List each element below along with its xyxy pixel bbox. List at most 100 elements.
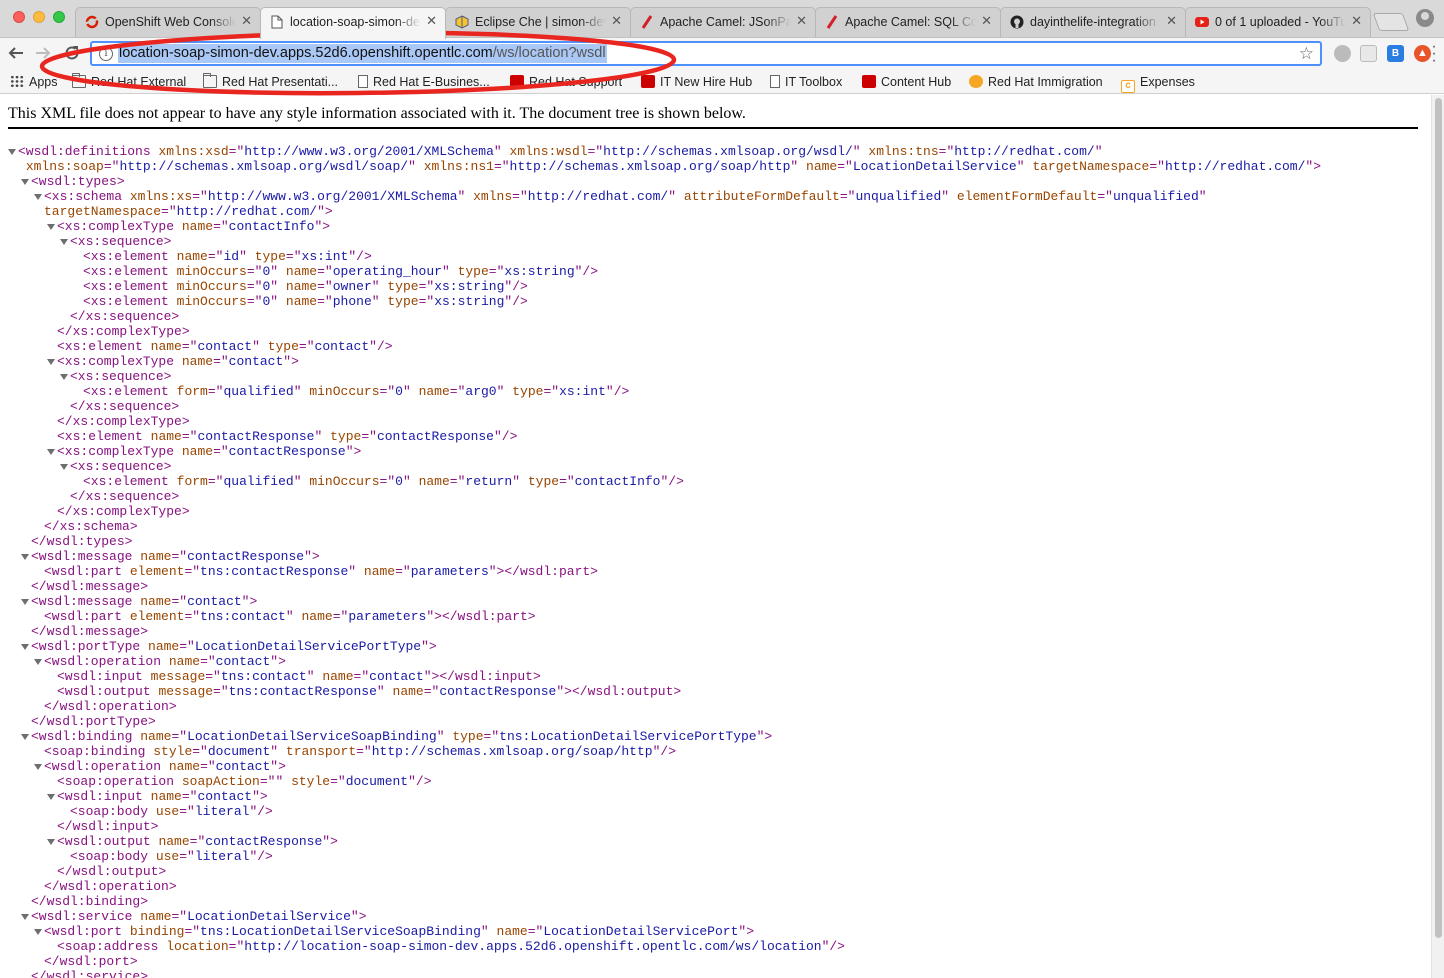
- bookmark-content-hub[interactable]: Content Hub: [862, 74, 951, 90]
- xml-token: ": [285, 609, 294, 624]
- new-tab-button[interactable]: [1372, 13, 1410, 31]
- xml-attr-value: unqualified: [855, 189, 942, 204]
- collapse-triangle-icon[interactable]: [60, 374, 68, 380]
- collapse-triangle-icon[interactable]: [60, 464, 68, 470]
- bookmark-redhat-support[interactable]: Red Hat Support: [510, 74, 622, 90]
- bookmark-star-icon[interactable]: ☆: [1299, 44, 1314, 63]
- xml-token: [356, 564, 364, 579]
- bookmark-redhat-ebusiness[interactable]: Red Hat E-Busines...: [358, 74, 490, 90]
- collapse-triangle-icon[interactable]: [21, 644, 29, 650]
- collapse-triangle-icon[interactable]: [47, 359, 55, 365]
- collapse-triangle-icon[interactable]: [8, 149, 16, 155]
- xml-token: =": [189, 834, 206, 849]
- collapse-triangle-icon[interactable]: [34, 929, 42, 935]
- bookmark-it-toolbox[interactable]: IT Toolbox: [770, 74, 842, 90]
- collapse-triangle-icon[interactable]: [47, 224, 55, 230]
- bookmark-apps[interactable]: Apps: [10, 74, 58, 90]
- xml-token: [411, 384, 419, 399]
- xml-line: <wsdl:output message="tns:contactRespons…: [8, 684, 1428, 699]
- extension-grid-icon[interactable]: [1360, 45, 1377, 62]
- xml-token: <soap:address: [57, 939, 159, 954]
- forward-arrow-icon[interactable]: [32, 42, 54, 64]
- maximize-window-button[interactable]: [53, 11, 65, 23]
- close-window-button[interactable]: [13, 11, 25, 23]
- xml-token: =": [184, 609, 201, 624]
- close-tab-icon[interactable]: ✕: [611, 13, 622, 29]
- xml-token: =": [493, 159, 510, 174]
- close-tab-icon[interactable]: ✕: [1166, 13, 1177, 29]
- close-tab-icon[interactable]: ✕: [796, 13, 807, 29]
- collapse-triangle-icon[interactable]: [21, 914, 29, 920]
- collapse-triangle-icon[interactable]: [21, 599, 29, 605]
- profile-avatar-icon[interactable]: [1416, 9, 1434, 27]
- xml-token: [278, 264, 286, 279]
- xml-attr-name: use: [155, 849, 180, 864]
- collapse-triangle-icon[interactable]: [60, 239, 68, 245]
- tab-openshift-console[interactable]: OpenShift Web Console ✕: [75, 7, 261, 37]
- xml-attr-name: name: [181, 444, 214, 459]
- xml-attr-value: LocationDetailService: [852, 159, 1017, 174]
- xml-token: =": [213, 354, 229, 369]
- collapse-triangle-icon[interactable]: [34, 194, 42, 200]
- bookmark-redhat-presentations[interactable]: Red Hat Presentati...: [203, 73, 338, 90]
- xml-token: </wsdl:output>: [57, 864, 167, 879]
- bookmark-expenses[interactable]: c Expenses: [1121, 74, 1195, 93]
- bookmark-redhat-external[interactable]: Red Hat External: [72, 73, 186, 90]
- xml-attr-name: name: [140, 594, 172, 609]
- extension-circle-icon[interactable]: [1334, 45, 1351, 62]
- address-bar[interactable]: i location-soap-simon-dev.apps.52d6.open…: [90, 41, 1322, 66]
- tab-github-dayinthelife[interactable]: dayinthelife-integration ✕: [1000, 7, 1186, 37]
- xml-token: <wsdl:port: [44, 924, 123, 939]
- tab-location-soap[interactable]: location-soap-simon-dev ✕: [260, 7, 446, 39]
- xml-attr-name: transport: [285, 744, 357, 759]
- collapse-triangle-icon[interactable]: [34, 764, 42, 770]
- close-tab-icon[interactable]: ✕: [1351, 13, 1362, 29]
- collapse-triangle-icon[interactable]: [47, 449, 55, 455]
- collapse-triangle-icon[interactable]: [21, 554, 29, 560]
- xml-attr-value: arg0: [465, 384, 497, 399]
- xml-token: <wsdl:part: [44, 564, 123, 579]
- tab-camel-jsonpath[interactable]: Apache Camel: JSonPath ✕: [630, 7, 816, 37]
- xml-line: <xs:element form="qualified" minOccurs="…: [8, 384, 1428, 399]
- xml-token: =": [1149, 159, 1165, 174]
- xml-attr-name: name: [285, 294, 318, 309]
- xml-attr-value: unqualified: [1112, 189, 1199, 204]
- collapse-triangle-icon[interactable]: [21, 179, 29, 185]
- page-scrollbar[interactable]: [1431, 95, 1444, 978]
- tab-eclipse-che[interactable]: Eclipse Che | simon-dev ✕: [445, 7, 631, 37]
- xml-attr-name: form: [176, 474, 208, 489]
- collapse-triangle-icon[interactable]: [21, 734, 29, 740]
- bookmark-redhat-immigration[interactable]: Red Hat Immigration: [969, 74, 1103, 90]
- tab-youtube-upload[interactable]: 0 of 1 uploaded - YouTube ✕: [1185, 7, 1371, 37]
- xml-token: [278, 279, 286, 294]
- close-tab-icon[interactable]: ✕: [426, 13, 437, 29]
- xml-token: "/>: [652, 744, 676, 759]
- close-tab-icon[interactable]: ✕: [241, 13, 252, 29]
- collapse-triangle-icon[interactable]: [47, 794, 55, 800]
- collapse-triangle-icon[interactable]: [34, 659, 42, 665]
- bookmark-it-new-hire-hub[interactable]: IT New Hire Hub: [641, 74, 752, 90]
- address-url[interactable]: location-soap-simon-dev.apps.52d6.opensh…: [118, 44, 607, 63]
- tab-camel-sql[interactable]: Apache Camel: SQL Component ✕: [815, 7, 1001, 37]
- browser-menu-icon[interactable]: · · ·: [1430, 39, 1438, 69]
- reload-icon[interactable]: [61, 42, 83, 64]
- minimize-window-button[interactable]: [33, 11, 45, 23]
- extension-red-icon[interactable]: ▲: [1414, 45, 1431, 62]
- back-arrow-icon[interactable]: [5, 42, 27, 64]
- camel-feather-icon: [825, 15, 839, 29]
- xml-line: </wsdl:portType>: [8, 714, 1428, 729]
- collapse-triangle-icon[interactable]: [47, 839, 55, 845]
- xml-token: =": [317, 264, 333, 279]
- page-info-icon[interactable]: i: [99, 47, 113, 61]
- xml-attr-value: contact: [228, 354, 284, 369]
- xml-token: ": [239, 249, 247, 264]
- close-tab-icon[interactable]: ✕: [981, 13, 992, 29]
- xml-attr-name: name: [158, 834, 190, 849]
- xml-line: </wsdl:port>: [8, 954, 1428, 969]
- scrollbar-thumb[interactable]: [1435, 98, 1442, 938]
- xml-token: <wsdl:operation: [44, 759, 162, 774]
- xml-line: <xs:complexType name="contact">: [8, 354, 1428, 369]
- youtube-icon: [1195, 15, 1209, 29]
- extension-bl-icon[interactable]: B: [1387, 45, 1404, 62]
- xml-line: </wsdl:operation>: [8, 699, 1428, 714]
